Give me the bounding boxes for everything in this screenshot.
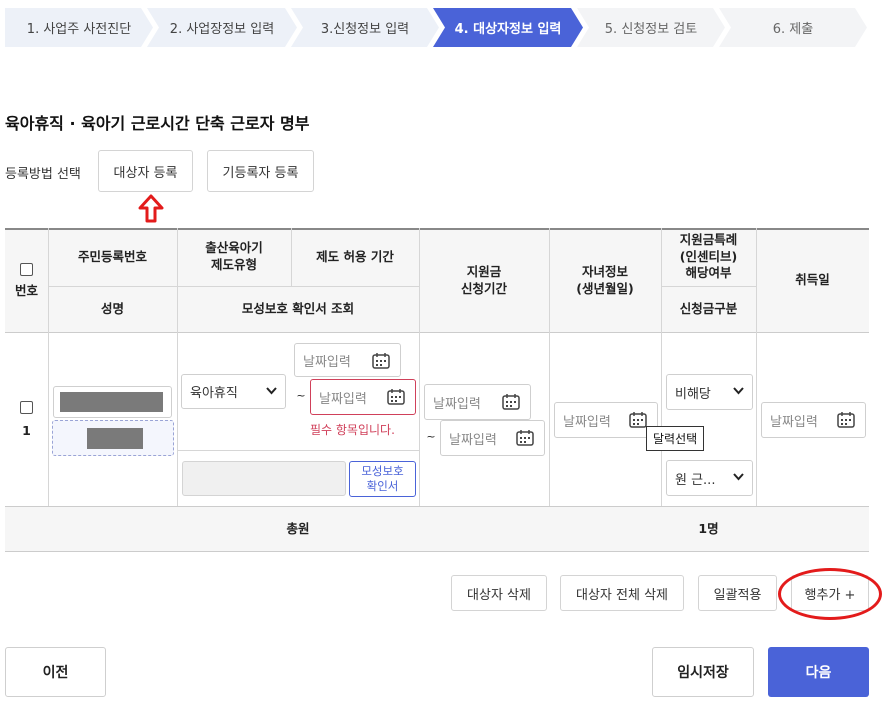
chevron-down-icon [733, 473, 744, 481]
target-list-table: 번호 주민등록번호 성명 출산육아기 제도유형 제도 허용 기간 모성보호 확인… [5, 228, 869, 552]
header-acquisition-date: 취득일 [795, 272, 830, 288]
incentive-select[interactable]: 비해당 [666, 374, 753, 410]
apply-type-select[interactable]: 원 근... [666, 460, 753, 496]
required-error-text: 필수 항목입니다. [310, 423, 395, 437]
calendar-icon[interactable] [387, 388, 405, 405]
masked-value [87, 428, 143, 449]
date-placeholder: 날짜입력 [449, 432, 497, 448]
support-start-date-input[interactable]: 날짜입력 [424, 384, 531, 420]
allowed-start-date-input[interactable]: 날짜입력 [294, 343, 401, 377]
step-3: 3.신청정보 입력 [291, 8, 439, 47]
calendar-icon[interactable] [502, 393, 520, 410]
calendar-tooltip: 달력선택 [646, 426, 705, 451]
maternity-check-field [182, 461, 346, 496]
calendar-icon[interactable] [629, 411, 647, 428]
date-placeholder: 날짜입력 [319, 391, 367, 407]
header-allowed-period: 제도 허용 기간 [316, 248, 394, 264]
calendar-icon[interactable] [837, 411, 855, 428]
maternity-check-button[interactable]: 모성보호 확인서 [349, 461, 416, 497]
name-input[interactable] [52, 420, 174, 456]
progress-stepper: 1. 사업주 사전진단 2. 사업장정보 입력 3.신청정보 입력 4. 대상자… [5, 8, 867, 47]
registration-method-label: 등록방법 선택 [5, 167, 81, 182]
step-1: 1. 사업주 사전진단 [5, 8, 153, 47]
header-leave-type: 출산육아기 제도유형 [205, 240, 263, 272]
range-separator: ~ [296, 388, 306, 402]
target-register-button[interactable]: 대상자 등록 [98, 150, 193, 192]
header-resident-no: 주민등록번호 [77, 248, 147, 264]
range-separator: ~ [426, 429, 436, 443]
apply-type-value: 원 근... [675, 472, 716, 488]
chevron-down-icon [266, 387, 277, 395]
header-maternity-check: 모성보호 확인서 조회 [241, 301, 355, 317]
date-placeholder: 날짜입력 [770, 414, 818, 430]
next-button[interactable]: 다음 [768, 647, 869, 697]
apply-all-button[interactable]: 일괄적용 [698, 575, 777, 611]
masked-value [60, 392, 163, 412]
divider [177, 450, 419, 451]
total-label: 총원 [286, 520, 310, 536]
step-2: 2. 사업장정보 입력 [147, 8, 297, 47]
leave-type-select[interactable]: 육아휴직 [181, 374, 286, 409]
date-placeholder: 날짜입력 [563, 414, 611, 430]
select-all-checkbox[interactable] [20, 263, 33, 276]
step-6: 6. 제출 [719, 8, 867, 47]
leave-type-value: 육아휴직 [190, 386, 238, 401]
delete-target-button[interactable]: 대상자 삭제 [451, 575, 547, 611]
support-end-date-input[interactable]: 날짜입력 [440, 420, 545, 456]
incentive-value: 비해당 [675, 386, 711, 402]
calendar-icon[interactable] [516, 429, 534, 446]
annotation-circle [778, 568, 882, 620]
resident-no-input[interactable] [53, 386, 172, 418]
allowed-end-date-input[interactable]: 날짜입력 [310, 379, 416, 415]
header-name: 성명 [100, 301, 124, 317]
prev-button[interactable]: 이전 [5, 647, 106, 697]
step-4-active: 4. 대상자정보 입력 [433, 8, 583, 47]
chevron-down-icon [733, 387, 744, 395]
acquisition-date-input[interactable]: 날짜입력 [761, 402, 866, 438]
calendar-icon[interactable] [372, 352, 390, 369]
header-support-period: 지원금 신청기간 [460, 263, 507, 296]
annotation-arrow-icon [138, 194, 164, 223]
date-placeholder: 날짜입력 [303, 354, 351, 370]
step-5: 5. 신청정보 검토 [577, 8, 725, 47]
delete-all-targets-button[interactable]: 대상자 전체 삭제 [560, 575, 684, 611]
row-number: 1 [22, 422, 31, 438]
header-number: 번호 [14, 282, 38, 298]
date-placeholder: 날짜입력 [433, 396, 481, 412]
header-child-info: 자녀정보 (생년월일) [576, 263, 634, 296]
section-title: 육아휴직 · 육아기 근로시간 단축 근로자 명부 [5, 114, 310, 133]
row-checkbox[interactable] [20, 401, 33, 414]
existing-register-button[interactable]: 기등록자 등록 [207, 150, 314, 192]
temp-save-button[interactable]: 임시저장 [652, 647, 754, 697]
header-apply-type: 신청금구분 [679, 301, 738, 317]
header-incentive: 지원금특례 (인센티브) 해당여부 [679, 231, 738, 281]
child-birthdate-input[interactable]: 날짜입력 [554, 402, 658, 438]
total-value: 1명 [698, 520, 719, 536]
